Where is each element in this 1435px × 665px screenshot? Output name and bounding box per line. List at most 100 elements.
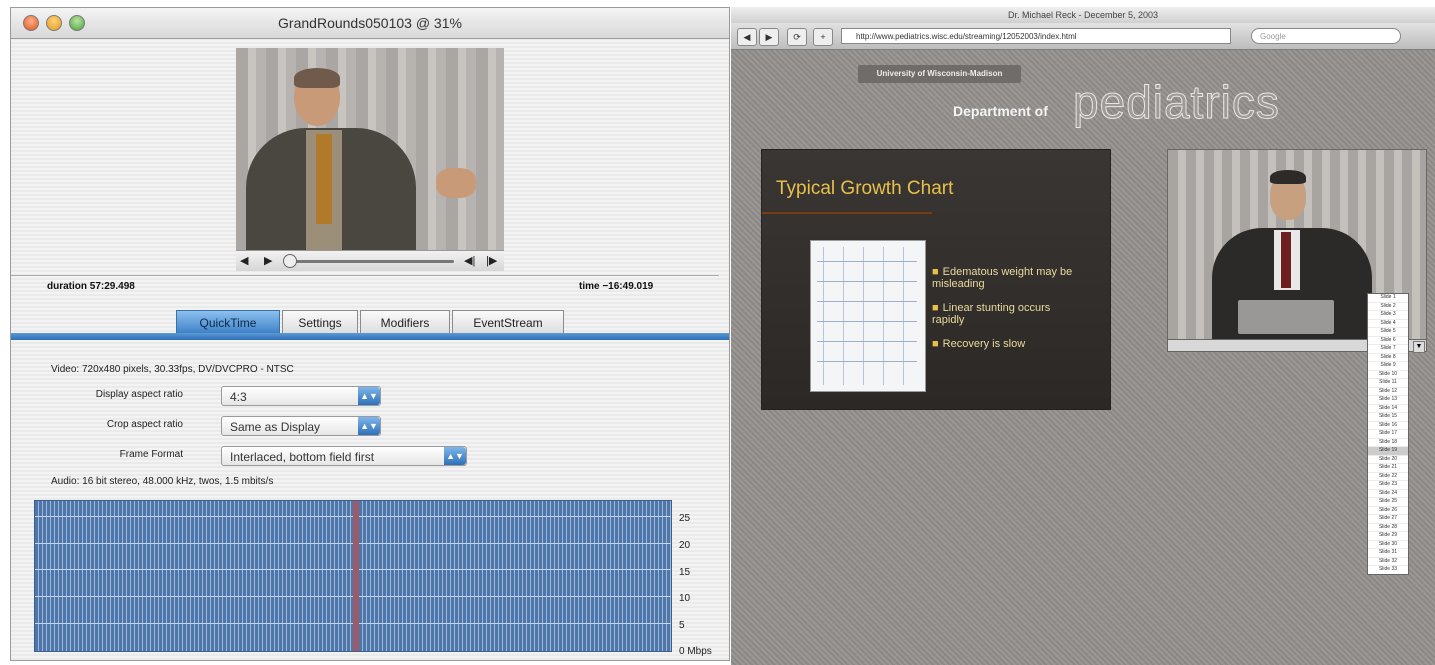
movie-video[interactable] [236, 48, 504, 250]
slide-list-item[interactable]: Slide 26 [1368, 507, 1408, 515]
browser-window: Dr. Michael Reck - December 5, 2003 ◀ ▶ … [731, 7, 1435, 665]
step-forward-button[interactable]: |▶ [486, 254, 497, 267]
slide-list-item[interactable]: Slide 20 [1368, 456, 1408, 464]
slide-list-item[interactable]: Slide 32 [1368, 558, 1408, 566]
crop-aspect-select[interactable]: Same as Display ▲▼ [221, 416, 381, 436]
tab-modifiers[interactable]: Modifiers [360, 310, 450, 334]
window-title: GrandRounds050103 @ 31% [278, 15, 462, 31]
slide-list-item[interactable]: Slide 3 [1368, 311, 1408, 320]
slide-list-item[interactable]: Slide 19 [1368, 447, 1408, 456]
slide-list-item[interactable]: Slide 18 [1368, 439, 1408, 447]
time-readout: time −16:49.019 [579, 281, 654, 292]
slide-list-item[interactable]: Slide 31 [1368, 549, 1408, 558]
gridline [817, 321, 917, 322]
reload-button[interactable]: ⟳ [787, 28, 807, 46]
gridline [823, 247, 824, 385]
slide-list-item[interactable]: Slide 7 [1368, 345, 1408, 354]
step-back-button[interactable]: ◀| [464, 254, 475, 267]
tick-label: 15 [679, 567, 691, 578]
slide-list-item[interactable]: Slide 33 [1368, 566, 1408, 574]
slide-list-item[interactable]: Slide 14 [1368, 405, 1408, 413]
frame-format-value: Interlaced, bottom field first [230, 450, 375, 464]
bullet-text: Recovery is slow [942, 338, 1026, 350]
scrubber-track[interactable] [284, 260, 454, 263]
crop-aspect-value: Same as Display [230, 420, 321, 434]
display-aspect-value: 4:3 [230, 390, 247, 404]
play-button[interactable]: ▶ [264, 254, 272, 267]
slide-list-item[interactable]: Slide 13 [1368, 396, 1408, 405]
gridline [817, 261, 917, 262]
gridline [843, 247, 844, 385]
presenter-tie [316, 134, 332, 224]
slide-list-item[interactable]: Slide 16 [1368, 422, 1408, 430]
slide-list-item[interactable]: Slide 28 [1368, 524, 1408, 532]
tick-label: 20 [679, 540, 691, 551]
slide-list-item[interactable]: Slide 1 [1368, 294, 1408, 303]
slide-list-item[interactable]: Slide 10 [1368, 371, 1408, 379]
slide-list-item[interactable]: Slide 5 [1368, 328, 1408, 337]
slide-list-item[interactable]: Slide 11 [1368, 379, 1408, 388]
crop-aspect-label: Crop aspect ratio [106, 419, 183, 430]
slide-list-item[interactable]: Slide 12 [1368, 388, 1408, 396]
bullet-text: Linear stunting occurs rapidly [932, 302, 1051, 326]
slide-list-item[interactable]: Slide 29 [1368, 532, 1408, 541]
volume-icon[interactable]: ◀ [240, 254, 248, 267]
display-aspect-select[interactable]: 4:3 ▲▼ [221, 386, 381, 406]
slide-title: Typical Growth Chart [776, 178, 954, 199]
gridline [817, 301, 917, 302]
slide-list-item[interactable]: Slide 24 [1368, 490, 1408, 498]
slide-list-item[interactable]: Slide 21 [1368, 464, 1408, 473]
select-arrows-icon: ▲▼ [358, 417, 380, 435]
slide-list-item[interactable]: Slide 4 [1368, 320, 1408, 328]
bullet-icon: ■ [932, 302, 939, 314]
slide-list-item[interactable]: Slide 8 [1368, 354, 1408, 362]
gridline [883, 247, 884, 385]
window-titlebar[interactable]: GrandRounds050103 @ 31% [11, 8, 729, 39]
gridline [863, 247, 864, 385]
forward-button[interactable]: ▶ [759, 28, 779, 46]
tab-settings[interactable]: Settings [282, 310, 358, 334]
slide-list-item[interactable]: Slide 15 [1368, 413, 1408, 422]
presentation-slide: Typical Growth Chart ■ Edematous weight m… [761, 149, 1111, 410]
university-badge[interactable]: University of Wisconsin-Madison [858, 65, 1021, 83]
list-dropdown-icon[interactable]: ▼ [1413, 341, 1425, 353]
audio-info: Audio: 16 bit stereo, 48.000 kHz, twos, … [51, 476, 274, 487]
bullet-text: Edematous weight may be misleading [932, 266, 1073, 290]
tab-bar-underline [11, 333, 729, 340]
tick-label: 10 [679, 593, 691, 604]
slide-list-item[interactable]: Slide 22 [1368, 473, 1408, 481]
slide-list-item[interactable]: Slide 9 [1368, 362, 1408, 371]
slide-rule [762, 212, 932, 214]
bullet-icon: ■ [932, 266, 939, 278]
tab-eventstream[interactable]: EventStream [452, 310, 564, 334]
bullet-icon: ■ [932, 338, 939, 350]
slide-list-item[interactable]: Slide 25 [1368, 498, 1408, 507]
duration-readout: duration 57:29.498 [47, 281, 135, 292]
slide-list-item[interactable]: Slide 34 [1368, 575, 1408, 576]
display-aspect-label: Display aspect ratio [95, 389, 183, 400]
frame-format-select[interactable]: Interlaced, bottom field first ▲▼ [221, 446, 467, 466]
slide-list-item[interactable]: Slide 27 [1368, 515, 1408, 524]
gridline [903, 247, 904, 385]
playhead[interactable] [283, 254, 297, 268]
tick-label: 0 Mbps [679, 646, 712, 657]
speaker-tie [1281, 232, 1291, 288]
frame-format-label: Frame Format [119, 449, 183, 460]
slide-list-item[interactable]: Slide 30 [1368, 541, 1408, 549]
address-bar[interactable]: http://www.pediatrics.wisc.edu/streaming… [841, 28, 1231, 44]
presenter-hand [436, 168, 476, 198]
slide-list-item[interactable]: Slide 6 [1368, 337, 1408, 345]
tab-quicktime[interactable]: QuickTime [176, 310, 280, 334]
back-button[interactable]: ◀ [737, 28, 757, 46]
laptop [1238, 300, 1334, 334]
slide-list-item[interactable]: Slide 23 [1368, 481, 1408, 490]
search-field[interactable]: Google [1251, 28, 1401, 44]
data-rate-graph [34, 500, 672, 652]
add-bookmark-button[interactable]: + [813, 28, 833, 46]
quicktime-window: GrandRounds050103 @ 31% ◀ ▶ ◀| |▶ durati… [10, 7, 730, 661]
slide-list-item[interactable]: Slide 2 [1368, 303, 1408, 311]
presenter-hair [294, 68, 340, 88]
gridline [817, 361, 917, 362]
slide-list[interactable]: Slide 1 Slide 2 Slide 3 Slide 4 Slide 5 Slide… [1367, 293, 1409, 575]
slide-list-item[interactable]: Slide 17 [1368, 430, 1408, 439]
